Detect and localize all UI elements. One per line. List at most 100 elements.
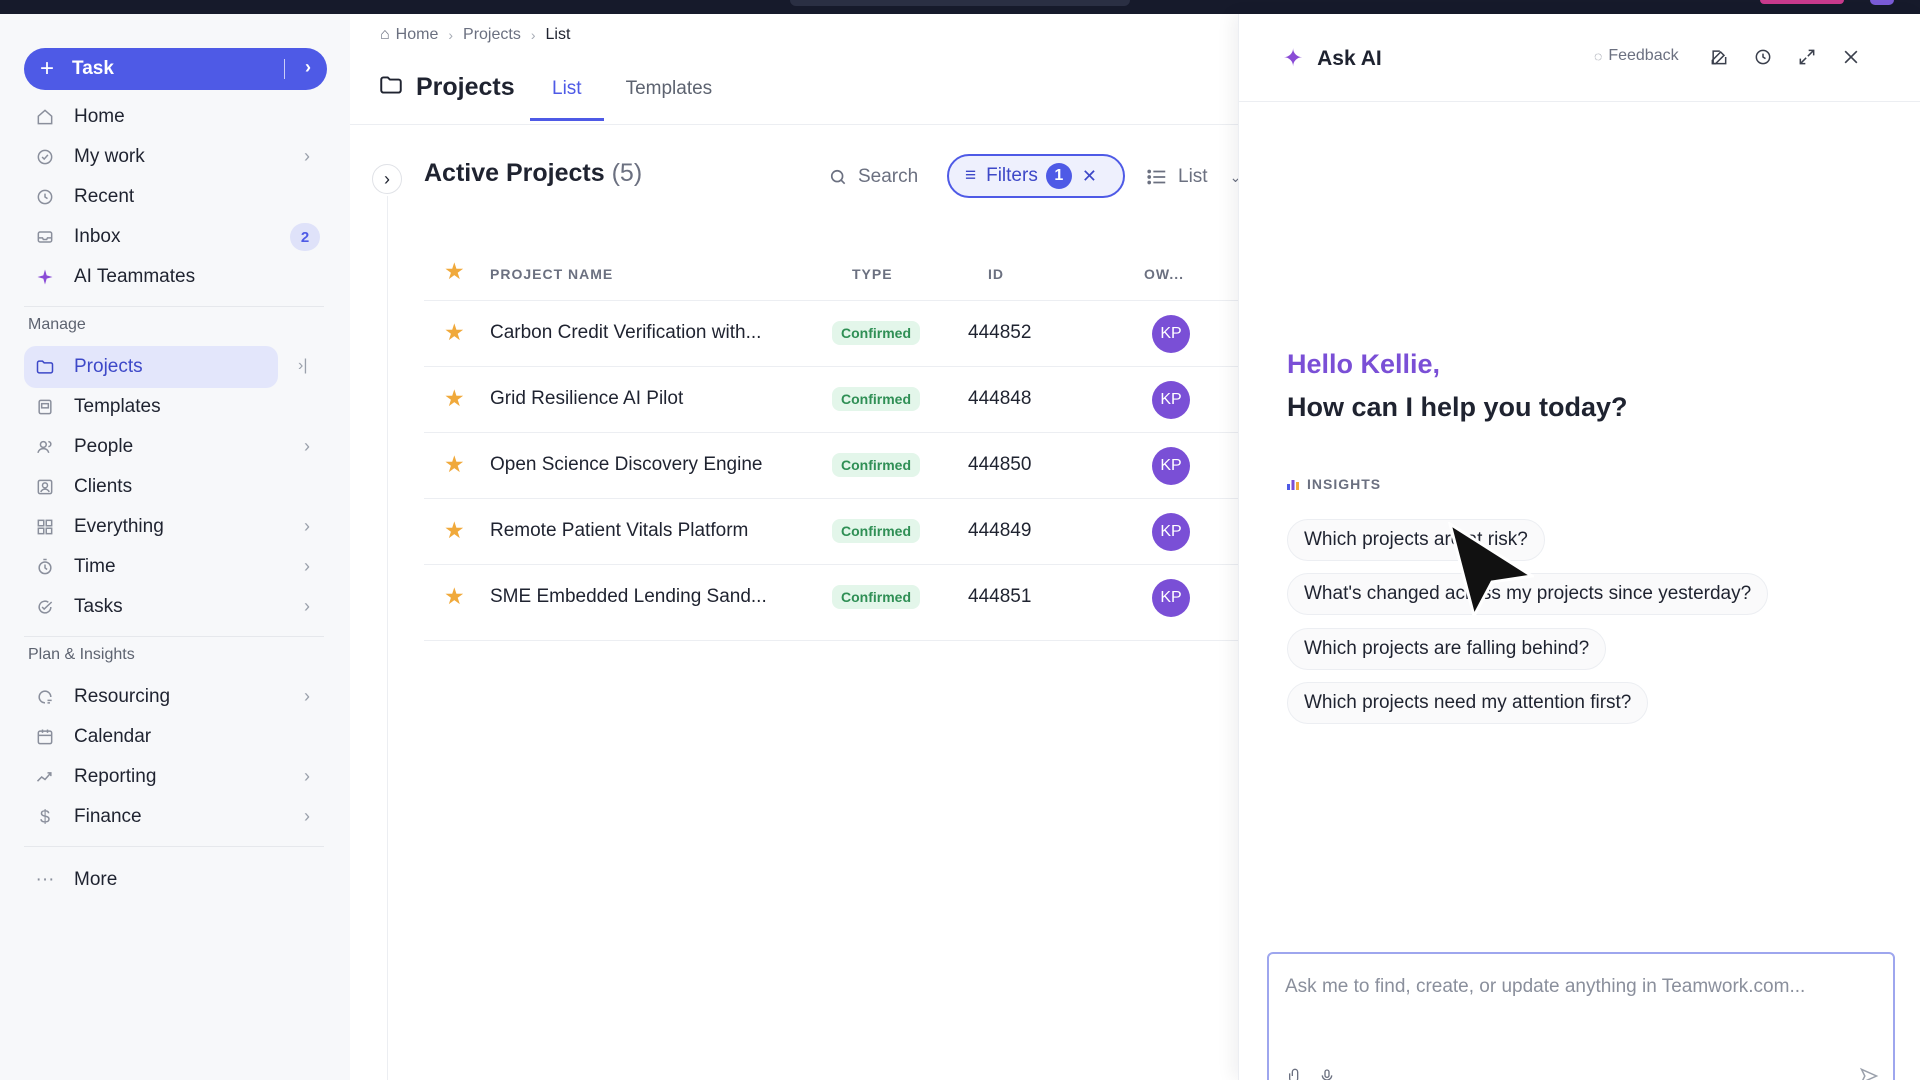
section-title: Active Projects (5) — [424, 159, 642, 188]
avatar[interactable]: KP — [1152, 315, 1190, 353]
table-row[interactable]: ★ Remote Patient Vitals Platform Confirm… — [424, 498, 1238, 564]
filters-button[interactable]: ≡ Filters 1 ✕ — [947, 154, 1125, 198]
plus-icon: + — [40, 55, 55, 82]
table-bottom-border — [424, 640, 1238, 641]
section-title-text: Active Projects — [424, 159, 605, 187]
chevron-right-icon: › — [384, 168, 390, 189]
tab-list[interactable]: List — [530, 78, 604, 121]
column-header-name[interactable]: PROJECT NAME — [490, 266, 613, 282]
column-header-type[interactable]: TYPE — [852, 266, 893, 282]
sidebar-item-projects[interactable]: Projects — [24, 346, 278, 388]
add-task-button[interactable]: + Task › — [24, 48, 327, 90]
project-id: 444850 — [968, 454, 1032, 475]
expand-icon[interactable] — [1794, 44, 1820, 70]
sidebar-item-label: More — [74, 869, 118, 890]
sidebar-item-label: Resourcing — [74, 686, 171, 707]
sidebar-item-my-work[interactable]: My work › — [24, 136, 324, 178]
chevron-right-icon[interactable]: › — [304, 436, 310, 457]
ai-chat-input[interactable] — [1285, 976, 1875, 998]
sidebar-item-recent[interactable]: Recent — [24, 176, 324, 218]
sidebar-item-ai-teammates[interactable]: AI Teammates — [24, 256, 324, 298]
star-icon[interactable]: ★ — [444, 319, 465, 346]
chevron-right-icon[interactable]: › — [304, 766, 310, 787]
sparkle-icon: ✦ — [1283, 45, 1304, 72]
project-id: 444849 — [968, 520, 1032, 541]
top-search-pill[interactable] — [790, 0, 1130, 6]
table-row[interactable]: ★ Carbon Credit Verification with... Con… — [424, 300, 1238, 366]
sidebar-item-home[interactable]: Home — [24, 96, 324, 138]
avatar[interactable]: KP — [1152, 579, 1190, 617]
sidebar-item-label: Everything — [74, 516, 164, 537]
avatar[interactable]: KP — [1152, 513, 1190, 551]
section-guide-line — [387, 196, 388, 1080]
chevron-right-icon[interactable]: › — [304, 806, 310, 827]
home-icon: ⌂ — [380, 26, 390, 43]
inbox-count-badge: 2 — [290, 223, 320, 251]
star-column-icon[interactable]: ★ — [444, 258, 465, 285]
main-content: ⌂ Home › Projects › List Projects List T… — [350, 14, 1241, 1080]
chevron-right-icon[interactable]: › — [304, 146, 310, 167]
sidebar-item-tasks[interactable]: Tasks › — [24, 586, 324, 628]
star-icon[interactable]: ★ — [444, 385, 465, 412]
clear-filters-icon[interactable]: ✕ — [1082, 166, 1097, 187]
feedback-button[interactable]: ◌ Feedback — [1594, 47, 1679, 65]
star-icon[interactable]: ★ — [444, 517, 465, 544]
star-icon[interactable]: ★ — [444, 451, 465, 478]
button-separator — [283, 59, 285, 79]
project-name[interactable]: Carbon Credit Verification with... — [490, 322, 761, 344]
top-upgrade-pill[interactable] — [1760, 0, 1844, 4]
close-icon[interactable] — [1838, 44, 1864, 70]
tab-templates[interactable]: Templates — [604, 78, 735, 121]
breadcrumb-home[interactable]: Home — [396, 26, 439, 44]
collapse-section-button[interactable]: › — [372, 164, 402, 194]
sidebar-item-label: AI Teammates — [74, 266, 196, 287]
sidebar-item-resourcing[interactable]: Resourcing › — [24, 676, 324, 718]
chevron-right-icon[interactable]: › — [304, 596, 310, 617]
pin-sidebar-icon[interactable]: ›| — [298, 357, 307, 375]
status-badge: Confirmed — [832, 387, 920, 411]
new-chat-icon[interactable] — [1706, 44, 1732, 70]
project-name[interactable]: Remote Patient Vitals Platform — [490, 520, 748, 542]
sidebar-item-label: Home — [74, 106, 125, 127]
suggestion-chip[interactable]: Which projects need my attention first? — [1287, 682, 1649, 724]
ai-greeting: Hello Kellie, — [1287, 349, 1441, 379]
sidebar-item-inbox[interactable]: Inbox 2 — [24, 216, 324, 258]
project-name[interactable]: Open Science Discovery Engine — [490, 454, 762, 476]
project-id: 444852 — [968, 322, 1032, 343]
attach-icon[interactable] — [1285, 1066, 1305, 1080]
avatar[interactable]: KP — [1152, 381, 1190, 419]
sidebar-item-time[interactable]: Time › — [24, 546, 324, 588]
chevron-right-icon[interactable]: › — [304, 556, 310, 577]
sidebar-item-templates[interactable]: Templates — [24, 386, 324, 428]
ai-panel-title: ✦ Ask AI — [1283, 44, 1382, 73]
table-row[interactable]: ★ Open Science Discovery Engine Confirme… — [424, 432, 1238, 498]
send-icon[interactable] — [1859, 1066, 1879, 1080]
history-icon[interactable] — [1750, 44, 1776, 70]
chevron-right-icon: › — [448, 27, 454, 43]
avatar[interactable]: KP — [1152, 447, 1190, 485]
sidebar-item-finance[interactable]: $ Finance › — [24, 796, 324, 838]
chevron-right-icon[interactable]: › — [305, 57, 311, 78]
top-avatar[interactable] — [1870, 0, 1894, 5]
column-header-owner[interactable]: OW... — [1144, 266, 1184, 282]
project-name[interactable]: Grid Resilience AI Pilot — [490, 388, 683, 410]
microphone-icon[interactable] — [1317, 1066, 1337, 1080]
sidebar-item-people[interactable]: People › — [24, 426, 324, 468]
sidebar-item-more[interactable]: ··· More — [24, 859, 324, 901]
star-icon[interactable]: ★ — [444, 583, 465, 610]
project-name[interactable]: SME Embedded Lending Sand... — [490, 586, 767, 608]
column-header-id[interactable]: ID — [988, 266, 1004, 282]
view-switcher[interactable]: List ⌄ — [1146, 166, 1241, 188]
chevron-right-icon[interactable]: › — [304, 516, 310, 537]
search-button[interactable]: Search — [828, 166, 918, 188]
table-row[interactable]: ★ Grid Resilience AI Pilot Confirmed 444… — [424, 366, 1238, 432]
window-top-bar — [0, 0, 1920, 14]
sidebar-item-clients[interactable]: Clients — [24, 466, 324, 508]
suggestion-chip[interactable]: Which projects are falling behind? — [1287, 628, 1607, 670]
sidebar-item-reporting[interactable]: Reporting › — [24, 756, 324, 798]
sidebar-item-everything[interactable]: Everything › — [24, 506, 324, 548]
sidebar-item-calendar[interactable]: Calendar — [24, 716, 324, 758]
chevron-right-icon[interactable]: › — [304, 686, 310, 707]
table-row[interactable]: ★ SME Embedded Lending Sand... Confirmed… — [424, 564, 1238, 630]
breadcrumb-projects[interactable]: Projects — [463, 26, 521, 44]
